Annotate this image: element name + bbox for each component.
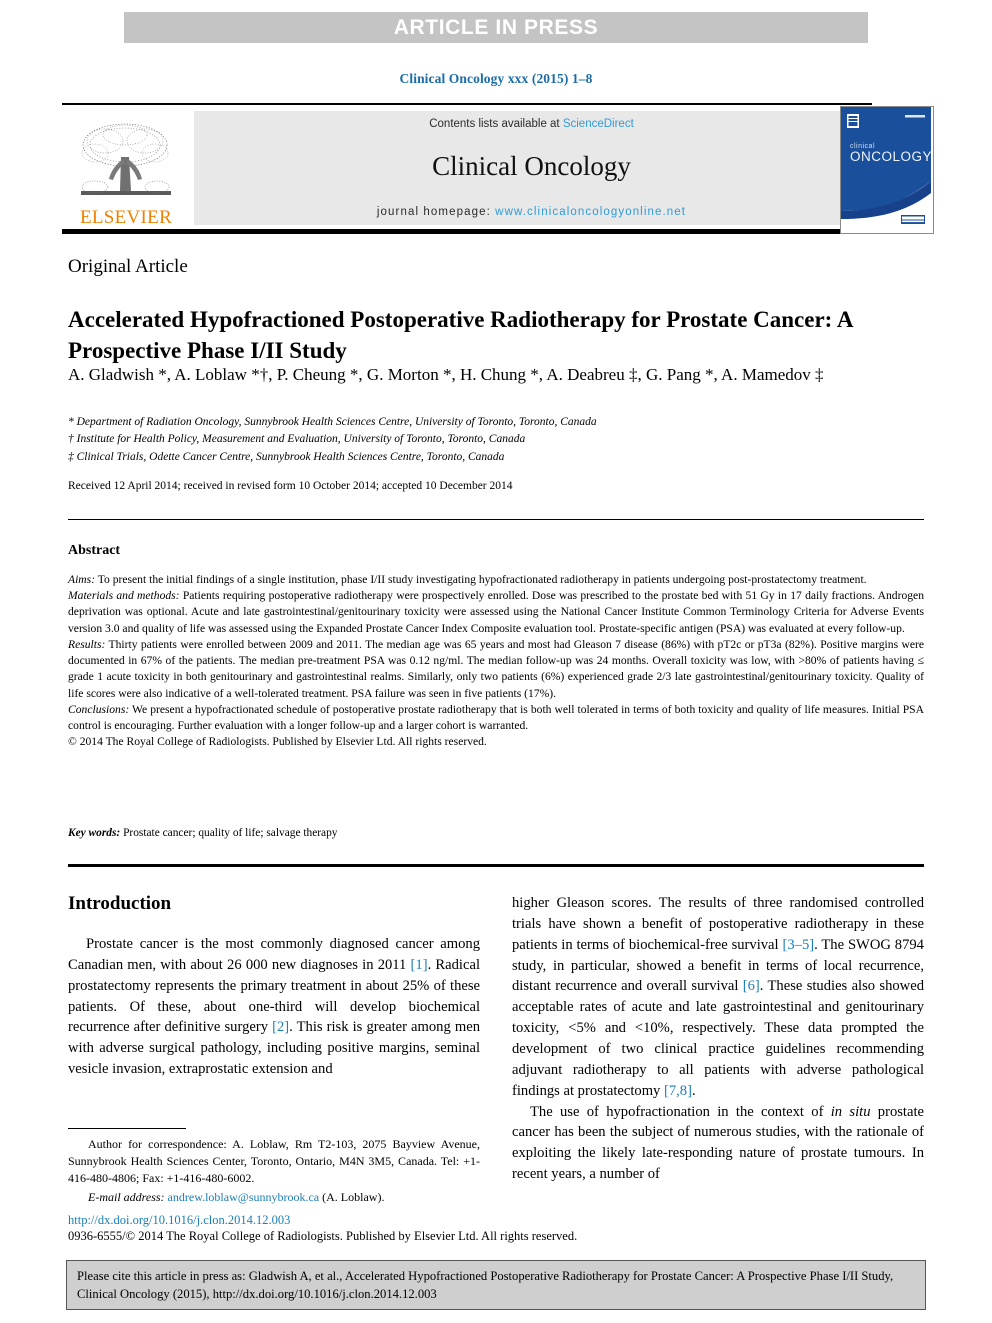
affiliation-item: † Institute for Health Policy, Measureme… (68, 433, 526, 446)
keywords-value: Prostate cancer; quality of life; salvag… (120, 827, 338, 839)
intro-right-p2-italic: in situ (830, 1103, 871, 1120)
abstract-methods-label: Materials and methods: (68, 589, 180, 603)
footnote-separator-rule (68, 1128, 186, 1129)
correspondence-footnote: Author for correspondence: A. Loblaw, Rm… (68, 1136, 480, 1206)
abstract-methods-text: Patients requiring postoperative radioth… (68, 589, 924, 635)
journal-homepage-line: journal homepage: www.clinicaloncologyon… (377, 206, 686, 218)
keywords-line: Key words: Prostate cancer; quality of l… (68, 827, 924, 839)
article-in-press-label: ARTICLE IN PRESS (393, 15, 599, 39)
elsevier-logo: ELSEVIER (66, 111, 186, 227)
introduction-heading: Introduction (68, 893, 172, 914)
intro-right-text-c: . These studies also showed acceptable r… (512, 978, 924, 1099)
intro-right-p2-a: The use of hypofractionation in the cont… (530, 1103, 831, 1120)
contents-prefix: Contents lists available at (429, 118, 563, 130)
citation-ref-6[interactable]: [6] (743, 978, 760, 994)
email-line: E-mail address: andrew.loblaw@sunnybrook… (68, 1189, 480, 1206)
abstract-conclusions: Conclusions: We present a hypofractionat… (68, 702, 924, 734)
correspondence-text: Author for correspondence: A. Loblaw, Rm… (68, 1137, 480, 1186)
journal-reference-line: Clinical Oncology xxx (2015) 1–8 (399, 71, 593, 86)
svg-text:ONCOLOGY: ONCOLOGY (850, 149, 931, 164)
affiliation-list: * Department of Radiation Oncology, Sunn… (68, 414, 898, 466)
abstract-conclusions-text: We present a hypofractionated schedule o… (68, 702, 924, 732)
affiliation-item: * Department of Radiation Oncology, Sunn… (68, 416, 597, 428)
abstract-bottom-rule (68, 864, 924, 867)
masthead-center-panel: Contents lists available at ScienceDirec… (194, 111, 869, 225)
copyright-line: 0936-6555/© 2014 The Royal College of Ra… (68, 1229, 578, 1243)
abstract-results-label: Results: (68, 637, 106, 651)
masthead-top-rule (62, 103, 872, 105)
elsevier-tree-icon (81, 123, 171, 195)
journal-title: Clinical Oncology (432, 150, 631, 181)
introduction-right-column: higher Gleason scores. The results of th… (512, 893, 924, 1185)
abstract-rights: © 2014 The Royal College of Radiologists… (68, 735, 487, 749)
journal-cover-thumbnail: clinical ONCOLOGY (840, 106, 934, 234)
page-title: Accelerated Hypofractioned Postoperative… (68, 307, 853, 363)
journal-masthead: ELSEVIER Contents lists available at Sci… (62, 103, 934, 235)
abstract-results-text: Thirty patients were enrolled between 20… (68, 637, 924, 700)
article-in-press-banner: ARTICLE IN PRESS (124, 12, 868, 43)
journal-cover-art: clinical ONCOLOGY (841, 107, 932, 231)
abstract-methods: Materials and methods: Patients requirin… (68, 588, 924, 637)
abstract-body: Aims: To present the initial findings of… (68, 572, 924, 750)
contents-list-line: Contents lists available at ScienceDirec… (429, 118, 634, 130)
citation-ref-1[interactable]: [1] (411, 957, 428, 973)
abstract-conclusions-label: Conclusions: (68, 702, 130, 716)
masthead-bottom-rule (62, 229, 872, 234)
doi-link[interactable]: http://dx.doi.org/10.1016/j.clon.2014.12… (68, 1213, 290, 1228)
email-suffix: (A. Loblaw). (319, 1190, 385, 1205)
author-list: A. Gladwish *, A. Loblaw *†, P. Cheung *… (68, 365, 824, 384)
cite-this-article-box: Please cite this article in press as: Gl… (66, 1260, 926, 1310)
paragraph: The use of hypofractionation in the cont… (512, 1102, 924, 1185)
abstract-heading: Abstract (68, 543, 121, 558)
article-history: Received 12 April 2014; received in revi… (68, 480, 513, 492)
citation-ref-7-8[interactable]: [7,8] (664, 1083, 692, 1099)
citation-ref-2[interactable]: [2] (272, 1019, 289, 1035)
abstract-aims-text: To present the initial findings of a sin… (95, 573, 867, 586)
paragraph: higher Gleason scores. The results of th… (512, 893, 924, 1102)
citation-ref-3-5[interactable]: [3–5] (782, 937, 814, 953)
affiliation-item: ‡ Clinical Trials, Odette Cancer Centre,… (68, 450, 505, 463)
elsevier-wordmark: ELSEVIER (79, 207, 173, 228)
homepage-prefix: journal homepage: (376, 206, 496, 218)
abstract-top-rule (68, 519, 924, 520)
paragraph: Prostate cancer is the most commonly dia… (68, 934, 480, 1080)
abstract-aims-label: Aims: (68, 573, 96, 586)
intro-right-text-d: . (691, 1082, 696, 1099)
cite-this-article-text: Please cite this article in press as: Gl… (77, 1269, 894, 1301)
article-type-label: Original Article (68, 256, 188, 277)
email-label: E-mail address: (88, 1190, 165, 1205)
introduction-left-column: Prostate cancer is the most commonly dia… (68, 934, 480, 1080)
abstract-aims: Aims: To present the initial findings of… (68, 572, 924, 588)
keywords-label: Key words: (68, 827, 121, 839)
journal-homepage-link[interactable]: www.clinicaloncologyonline.net (495, 206, 686, 218)
abstract-results: Results: Thirty patients were enrolled b… (68, 637, 924, 702)
email-link[interactable]: andrew.loblaw@sunnybrook.ca (168, 1190, 320, 1204)
sciencedirect-link[interactable]: ScienceDirect (563, 118, 634, 130)
